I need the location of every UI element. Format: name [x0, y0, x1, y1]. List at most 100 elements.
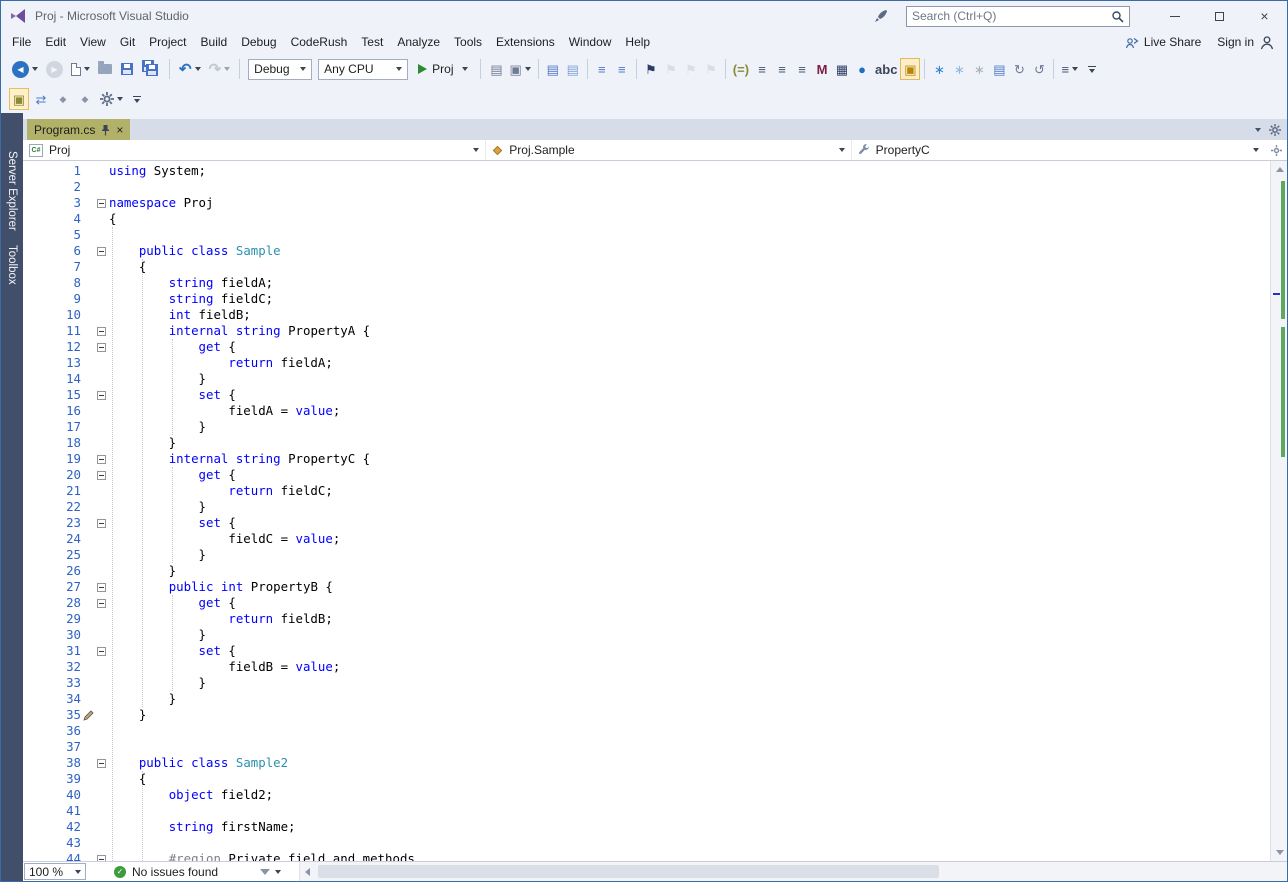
code-line[interactable]: 8 string fieldA;	[23, 275, 1270, 291]
sparkle-icon[interactable]: ∗	[949, 58, 969, 80]
numbered-list-icon[interactable]: ≡	[752, 58, 772, 80]
code-line[interactable]: 41	[23, 803, 1270, 819]
undo-button[interactable]: ↶	[176, 58, 204, 80]
code-line[interactable]: 12 get {	[23, 339, 1270, 355]
close-tab-icon[interactable]: ×	[116, 124, 123, 136]
menu-item-git[interactable]: Git	[113, 32, 142, 52]
sorted-list-icon[interactable]: ≡	[772, 58, 792, 80]
code-line[interactable]: 9 string fieldC;	[23, 291, 1270, 307]
code-line[interactable]: 26 }	[23, 563, 1270, 579]
refresh-icon[interactable]: ↻	[1009, 58, 1029, 80]
snowflake-icon[interactable]: ∗	[969, 58, 989, 80]
feedback-rocket-icon[interactable]	[874, 9, 888, 23]
code-line[interactable]: 30 }	[23, 627, 1270, 643]
code-line[interactable]: 2	[23, 179, 1270, 195]
editor-options-button[interactable]	[1265, 140, 1287, 160]
menu-item-test[interactable]: Test	[354, 32, 390, 52]
parens-equals-icon[interactable]: (=)	[730, 58, 752, 80]
collapse-region-icon[interactable]	[97, 598, 106, 608]
side-tab-toolbox[interactable]: Toolbox	[6, 245, 18, 285]
task-list-icon[interactable]: ≡	[792, 58, 812, 80]
code-line[interactable]: 28 get {	[23, 595, 1270, 611]
menu-item-analyze[interactable]: Analyze	[390, 32, 447, 52]
grid-icon[interactable]: ▦	[832, 58, 852, 80]
horizontal-scroll-thumb[interactable]	[318, 865, 939, 878]
solution-platform-combo[interactable]: Any CPU	[318, 58, 409, 80]
collapse-region-icon[interactable]	[97, 342, 106, 352]
sign-in-button[interactable]: Sign in	[1217, 35, 1275, 50]
issues-filter-button[interactable]	[260, 862, 282, 881]
code-line[interactable]: 5	[23, 227, 1270, 243]
start-debugging-button[interactable]: Proj	[412, 58, 473, 80]
uncomment-lines-icon[interactable]: ▤	[563, 58, 583, 80]
menu-item-project[interactable]: Project	[142, 32, 193, 52]
scroll-left-icon[interactable]	[305, 868, 311, 876]
document-health-indicator[interactable]: ✓ No issues found	[114, 862, 218, 881]
close-button[interactable]: ×	[1242, 1, 1287, 31]
increase-indent-icon[interactable]: ≡	[612, 58, 632, 80]
test-runner-button[interactable]: ◆	[53, 88, 73, 110]
debug-visualizer-button[interactable]: ◆	[75, 88, 95, 110]
open-file-button[interactable]	[95, 58, 115, 80]
code-line[interactable]: 40 object field2;	[23, 787, 1270, 803]
code-editor[interactable]: 1 using System; 2 3 namespace Proj 4{5 6 publi…	[23, 161, 1287, 861]
scroll-down-icon[interactable]	[1276, 850, 1284, 855]
collapse-region-icon[interactable]	[97, 470, 106, 480]
comment-lines-icon[interactable]: ▤	[543, 58, 563, 80]
search-input[interactable]	[912, 9, 1111, 23]
code-line[interactable]: 37	[23, 739, 1270, 755]
collapse-region-icon[interactable]	[97, 390, 106, 400]
navigate-back-button[interactable]: ◀	[9, 58, 41, 80]
code-line[interactable]: 10 int fieldB;	[23, 307, 1270, 323]
code-line[interactable]: 38 public class Sample2	[23, 755, 1270, 771]
code-line[interactable]: 19 internal string PropertyC {	[23, 451, 1270, 467]
sort-members-icon[interactable]: ≡	[1058, 58, 1081, 80]
tab-program-cs[interactable]: Program.cs ×	[27, 119, 131, 140]
code-line[interactable]: 22 }	[23, 499, 1270, 515]
code-line[interactable]: 36	[23, 723, 1270, 739]
new-file-button[interactable]	[68, 58, 93, 80]
code-line[interactable]: 20 get {	[23, 467, 1270, 483]
markdown-icon[interactable]: M	[812, 58, 832, 80]
history-icon[interactable]: ↺	[1029, 58, 1049, 80]
member-list-icon[interactable]: ▤	[487, 58, 507, 80]
code-line[interactable]: 3 namespace Proj	[23, 195, 1270, 211]
project-dropdown[interactable]: C# Proj	[23, 140, 487, 160]
menu-item-edit[interactable]: Edit	[38, 32, 73, 52]
map-pin-icon[interactable]: ●	[852, 58, 872, 80]
code-line[interactable]: 21 return fieldC;	[23, 483, 1270, 499]
menu-item-build[interactable]: Build	[194, 32, 235, 52]
window-options-gear-icon[interactable]	[1269, 123, 1281, 136]
member-icons-toggle[interactable]: ▣	[9, 88, 29, 110]
scroll-up-icon[interactable]	[1276, 167, 1284, 172]
menu-item-debug[interactable]: Debug	[234, 32, 283, 52]
code-line[interactable]: 6 public class Sample	[23, 243, 1270, 259]
menu-item-view[interactable]: View	[73, 32, 113, 52]
code-line[interactable]: 11 internal string PropertyA {	[23, 323, 1270, 339]
collapse-region-icon[interactable]	[97, 454, 106, 464]
menu-item-extensions[interactable]: Extensions	[489, 32, 562, 52]
code-line[interactable]: 24 fieldC = value;	[23, 531, 1270, 547]
collapse-region-icon[interactable]	[97, 326, 106, 336]
code-line[interactable]: 33 }	[23, 675, 1270, 691]
search-icon[interactable]	[1111, 10, 1124, 23]
code-line[interactable]: 27 public int PropertyB {	[23, 579, 1270, 595]
code-line[interactable]: 15 set {	[23, 387, 1270, 403]
decrease-indent-icon[interactable]: ≡	[592, 58, 612, 80]
collapse-region-icon[interactable]	[97, 758, 106, 768]
spell-check-icon[interactable]: abc	[872, 58, 900, 80]
save-button[interactable]	[117, 58, 137, 80]
pin-tab-icon[interactable]	[101, 124, 110, 136]
search-box[interactable]	[906, 5, 1130, 27]
vertical-scrollbar[interactable]	[1270, 161, 1287, 861]
code-line[interactable]: 42 string firstName;	[23, 819, 1270, 835]
code-line[interactable]: 16 fieldA = value;	[23, 403, 1270, 419]
magic-wand-icon[interactable]: ∗	[929, 58, 949, 80]
image-preview-icon[interactable]: ▣	[900, 58, 921, 80]
live-share-button[interactable]: Live Share	[1125, 35, 1201, 49]
toolbar-overflow-button[interactable]	[1085, 58, 1099, 80]
save-all-button[interactable]	[139, 58, 163, 80]
menu-item-tools[interactable]: Tools	[447, 32, 489, 52]
solution-configuration-combo[interactable]: Debug	[248, 58, 313, 80]
collapse-region-icon[interactable]	[97, 854, 106, 861]
